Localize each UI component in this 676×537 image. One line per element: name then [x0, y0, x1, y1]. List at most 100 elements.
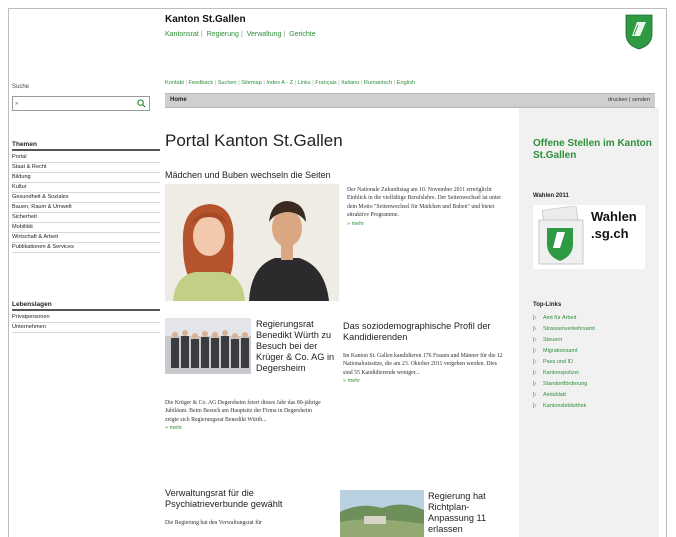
search-input[interactable]	[15, 98, 133, 109]
toplink-item[interactable]: [› Amtsblatt	[533, 390, 595, 401]
toplinks-list: [› Amt für Arbeit [› Strassenverkehrsamt […	[533, 313, 595, 412]
toplink-item[interactable]: [› Amt für Arbeit	[533, 313, 595, 324]
sidebar-divider	[12, 309, 160, 311]
news-title-1[interactable]: Regierungsrat Benedikt Würth zu Besuch b…	[256, 319, 340, 374]
sidebar-item-wirtschaft[interactable]: Wirtschaft & Arbeit	[12, 233, 160, 243]
toplink-label: Pass und ID	[543, 359, 573, 365]
sidebar-item-bildung[interactable]: Bildung	[12, 173, 160, 183]
org-nav-gerichte[interactable]: Gerichte	[289, 31, 315, 38]
org-nav-kantonsrat[interactable]: Kantonsrat	[165, 31, 199, 38]
arrow-icon: [›	[533, 315, 537, 321]
feature-more-link[interactable]: » mehr	[347, 221, 364, 227]
canton-crest-logo[interactable]	[625, 14, 653, 50]
search-icon	[136, 99, 146, 108]
service-link-index[interactable]: Index A - Z	[266, 80, 293, 86]
service-link-italiano[interactable]: Italiano	[341, 80, 359, 86]
sidebar-lebenslagen-list: Privatpersonen Unternehmen	[12, 313, 160, 333]
sidebar-item-publikationen[interactable]: Publikationen & Services	[12, 243, 160, 253]
news-title-4[interactable]: Regierung hat Richtplan-Anpassung 11 erl…	[428, 491, 508, 535]
sidebar-lebenslagen-heading: Lebenslagen	[12, 301, 52, 308]
org-nav-regierung[interactable]: Regierung	[207, 31, 239, 38]
page-title: Portal Kanton St.Gallen	[165, 131, 343, 150]
toplink-label: Kantonsbibliothek	[543, 403, 587, 409]
service-link-suchen[interactable]: Suchen	[218, 80, 237, 86]
toplink-label: Steuern	[543, 337, 563, 343]
page-tools: drucken | senden	[607, 97, 650, 103]
sidebar-item-bauen[interactable]: Bauen, Raum & Umwelt	[12, 203, 160, 213]
toplink-item[interactable]: [› Standortförderung	[533, 379, 595, 390]
arrow-icon: [›	[533, 326, 537, 332]
feature-text-body: Der Nationale Zukunftstag am 10. Novembe…	[347, 187, 502, 219]
arrow-icon: [›	[533, 337, 537, 343]
news-body-1: Die Krüger & Co. AG Degersheim feiert di…	[165, 400, 321, 423]
arrow-icon: [›	[533, 392, 537, 398]
wahlen-banner-line2: .sg.ch	[591, 226, 629, 241]
feature-text: Der Nationale Zukunftstag am 10. Novembe…	[347, 186, 507, 228]
sidebar-item-unternehmen[interactable]: Unternehmen	[12, 323, 160, 333]
arrow-icon: [›	[533, 348, 537, 354]
service-link-feedback[interactable]: Feedback	[189, 80, 214, 86]
toplink-item[interactable]: [› Kantonsbibliothek	[533, 401, 595, 412]
toplink-item[interactable]: [› Kantonspolizei	[533, 368, 595, 379]
sidebar-themen-list: Portal Staat & Recht Bildung Kultur Gesu…	[12, 153, 160, 253]
sidebar-item-mobilitaet[interactable]: Mobilität	[12, 223, 160, 233]
wahlen-label: Wahlen 2011	[533, 193, 569, 199]
toplink-item[interactable]: [› Strassenverkehrsamt	[533, 324, 595, 335]
sidebar-item-privatpersonen[interactable]: Privatpersonen	[12, 313, 160, 323]
news-more-link-1[interactable]: » mehr	[165, 425, 182, 431]
send-link[interactable]: senden	[632, 97, 650, 103]
arrow-icon: [›	[533, 370, 537, 376]
feature-heading[interactable]: Mädchen und Buben wechseln die Seiten	[165, 170, 331, 180]
news-title-2[interactable]: Das soziodemographische Profil der Kandi…	[343, 321, 508, 343]
news-body-3: Die Regierung hat den Verwaltungsrat für	[165, 520, 262, 526]
news-text-1: Die Krüger & Co. AG Degersheim feiert di…	[165, 399, 325, 433]
search-label: Suche	[12, 84, 30, 90]
toplink-item[interactable]: [› Steuern	[533, 335, 595, 346]
breadcrumb-home[interactable]: Home	[170, 97, 187, 103]
toplink-item[interactable]: [› Migrationsamt	[533, 346, 595, 357]
arrow-icon: [›	[533, 359, 537, 365]
sidebar-item-kultur[interactable]: Kultur	[12, 183, 160, 193]
news-photo-delegation[interactable]	[165, 318, 251, 374]
service-link-francais[interactable]: Français	[315, 80, 336, 86]
sidebar-item-staat-recht[interactable]: Staat & Recht	[12, 163, 160, 173]
service-nav: Kontakt | Feedback | Suchen | Sitemap | …	[165, 80, 416, 86]
jobs-link[interactable]: Offene Stellen im Kanton St.Gallen	[533, 138, 653, 162]
wahlen-banner[interactable]: Wahlen .sg.ch	[533, 205, 645, 269]
feature-photo[interactable]	[165, 184, 339, 301]
print-link[interactable]: drucken	[608, 97, 628, 103]
toplink-label: Amt für Arbeit	[543, 315, 577, 321]
service-link-english[interactable]: English	[397, 80, 415, 86]
site-title[interactable]: Kanton St.Gallen	[165, 14, 246, 25]
org-nav: Kantonsrat | Regierung | Verwaltung | Geric…	[165, 31, 316, 38]
news-more-link-2[interactable]: » mehr	[343, 378, 360, 384]
toplink-label: Standortförderung	[543, 381, 588, 387]
toplink-label: Kantonspolizei	[543, 370, 579, 376]
sidebar-divider	[12, 149, 160, 151]
service-link-sitemap[interactable]: Sitemap	[241, 80, 262, 86]
sidebar-item-sicherheit[interactable]: Sicherheit	[12, 213, 160, 223]
toplink-label: Migrationsamt	[543, 348, 578, 354]
news-body-2: Im Kanton St. Gallen kandidieren 176 Fra…	[343, 353, 503, 376]
service-link-kontakt[interactable]: Kontakt	[165, 80, 184, 86]
news-text-3: Die Regierung hat den Verwaltungsrat für	[165, 519, 325, 527]
org-nav-verwaltung[interactable]: Verwaltung	[247, 31, 282, 38]
toplink-label: Strassenverkehrsamt	[543, 326, 595, 332]
ballot-box-icon	[538, 206, 584, 265]
arrow-icon: [›	[533, 403, 537, 409]
sidebar-item-portal[interactable]: Portal	[12, 153, 160, 163]
breadcrumb-bar: Home drucken | senden	[165, 93, 655, 108]
search-box	[12, 96, 150, 111]
news-photo-landscape[interactable]	[340, 490, 424, 537]
search-button[interactable]	[134, 98, 148, 109]
service-link-rumantsch[interactable]: Rumantsch	[364, 80, 392, 86]
news-text-2: Im Kanton St. Gallen kandidieren 176 Fra…	[343, 352, 503, 386]
toplinks-label: Top-Links	[533, 302, 562, 308]
toplink-label: Amtsblatt	[543, 392, 566, 398]
sidebar-item-gesundheit[interactable]: Gesundheit & Soziales	[12, 193, 160, 203]
news-title-3[interactable]: Verwaltungsrat für die Psychiatrieverbun…	[165, 488, 335, 510]
arrow-icon: [›	[533, 381, 537, 387]
service-link-links[interactable]: Links	[298, 80, 311, 86]
wahlen-banner-line1: Wahlen	[591, 209, 637, 224]
toplink-item[interactable]: [› Pass und ID	[533, 357, 595, 368]
